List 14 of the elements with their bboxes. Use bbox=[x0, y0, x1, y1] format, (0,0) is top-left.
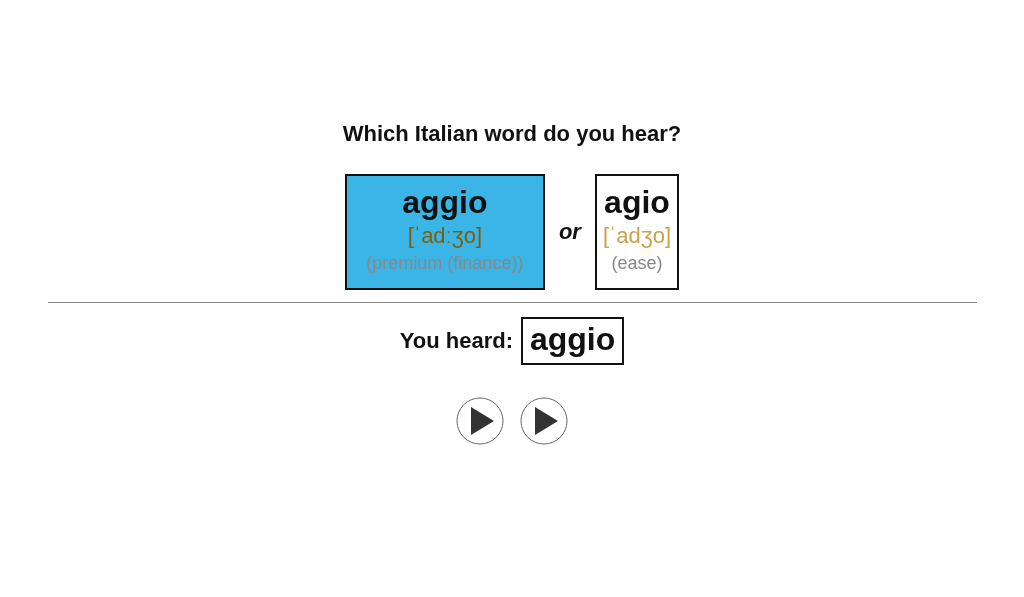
word-text: aggio bbox=[402, 186, 488, 220]
word-option-card[interactable]: aggio [ˈadːʒo] (premium (finance)) bbox=[344, 174, 545, 290]
result-label: You heard: bbox=[399, 328, 513, 355]
ipa-text: [ˈadʒo] bbox=[602, 223, 672, 248]
meaning-text: (premium (finance)) bbox=[366, 252, 524, 274]
play-button[interactable] bbox=[456, 397, 504, 446]
meaning-text: (ease) bbox=[611, 252, 663, 274]
word-text: agio bbox=[604, 186, 670, 220]
question-text: Which Italian word do you hear? bbox=[342, 121, 682, 147]
play-button[interactable] bbox=[520, 397, 568, 446]
ipa-text: [ˈadːʒo] bbox=[407, 223, 483, 248]
or-text: or bbox=[558, 219, 581, 245]
word-option-card[interactable]: agio [ˈadʒo] (ease) bbox=[594, 174, 680, 290]
heard-word: aggio bbox=[520, 317, 625, 366]
